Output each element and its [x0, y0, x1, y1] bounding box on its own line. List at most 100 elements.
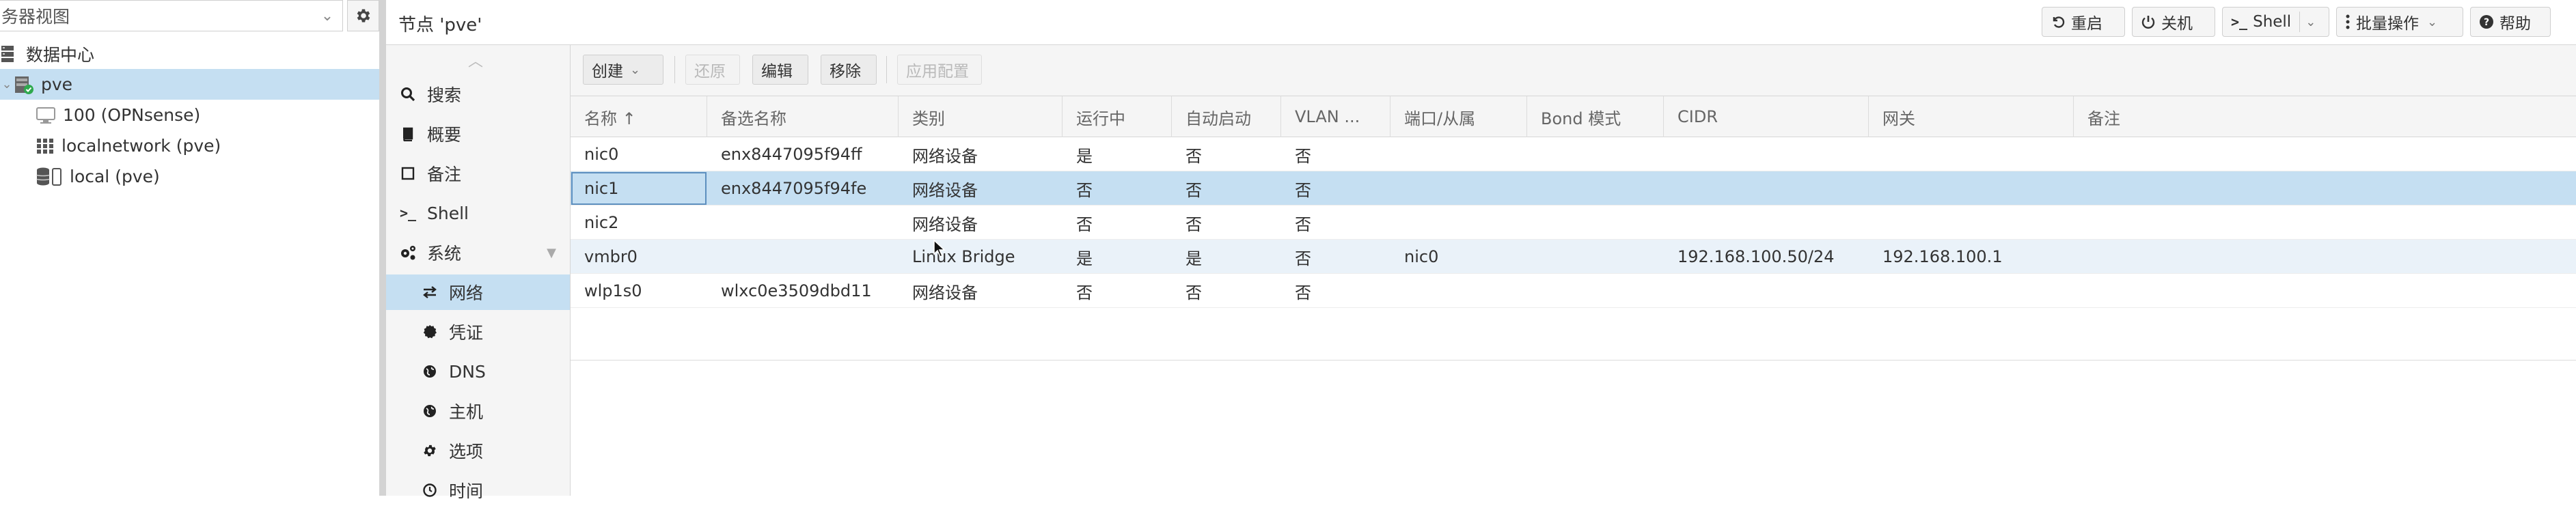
nav-item-shell[interactable]: >_ Shell [386, 195, 570, 231]
nav-item-label: 搜索 [427, 85, 462, 105]
cell-name: wlp1s0 [584, 281, 642, 300]
tree-item-datacenter[interactable]: 数据中心 [0, 38, 379, 69]
cell-altname: wlxc0e3509dbd11 [721, 281, 872, 300]
storage-db-icon [36, 167, 63, 187]
certificate-icon [420, 324, 439, 339]
remove-button[interactable]: 移除 [821, 55, 877, 85]
cogs-icon [398, 244, 417, 261]
resource-tree: 数据中心 ⌄ pve 100 (OPNsense) localnetwork (… [0, 38, 379, 192]
cell-type: 网络设备 [912, 146, 978, 166]
nav-item-notes[interactable]: 备注 [386, 156, 570, 191]
shell-label: Shell [2253, 13, 2292, 31]
column-header-cidr[interactable]: CIDR [1664, 96, 1869, 137]
tree-item-storage-local[interactable]: local (pve) [0, 161, 379, 192]
shutdown-button[interactable]: 关机 [2132, 7, 2215, 37]
nav-item-options[interactable]: 选项 [386, 433, 570, 468]
nav-item-search[interactable]: 搜索 [386, 76, 570, 112]
view-selector[interactable]: 务器视图 ⌄ [0, 0, 343, 31]
table-row[interactable]: nic0 enx8447095f94ff 网络设备 是 否 否 [571, 137, 2576, 171]
tree-item-vm-100[interactable]: 100 (OPNsense) [0, 100, 379, 130]
nav-item-system[interactable]: 系统 ▼ [386, 235, 570, 270]
bulk-actions-button[interactable]: 批量操作 ⌄ [2336, 7, 2463, 37]
network-panel: 创建 ⌄ 还原 编辑 移除 应用配置 名称 ↑ 备选名称 类别 运行中 自动启动… [571, 45, 2576, 496]
cell-autostart: 否 [1186, 146, 1202, 166]
column-header-vlan[interactable]: VLAN ... [1281, 96, 1390, 137]
tree-item-label: 100 (OPNsense) [63, 105, 201, 125]
ellipsis-vertical-icon [2345, 14, 2351, 29]
exchange-icon [420, 285, 439, 299]
panel-splitter[interactable] [379, 0, 386, 496]
cell-cidr [1664, 274, 1869, 308]
cell-gateway [1869, 206, 2074, 240]
cell-comment [2074, 274, 2576, 308]
nav-item-label: 时间 [449, 481, 484, 501]
nav-item-label: 概要 [427, 125, 462, 145]
cell-comment [2074, 206, 2576, 240]
cell-gateway [1869, 171, 2074, 206]
cell-name: vmbr0 [584, 247, 638, 266]
cell-bond-mode [1527, 206, 1664, 240]
chevron-down-icon[interactable]: ▼ [547, 246, 556, 260]
reboot-button[interactable]: 重启 [2042, 7, 2125, 37]
nav-item-network[interactable]: 网络 [386, 274, 570, 310]
nav-item-certificates[interactable]: 凭证 [386, 314, 570, 350]
chevron-down-icon[interactable]: ⌄ [0, 77, 14, 91]
nav-item-label: 网络 [449, 283, 484, 303]
apply-config-button[interactable]: 应用配置 [897, 55, 982, 85]
cell-comment [2074, 240, 2576, 274]
column-header-ports[interactable]: 端口/从属 [1390, 96, 1527, 137]
grid-header: 名称 ↑ 备选名称 类别 运行中 自动启动 VLAN ... 端口/从属 Bon… [571, 96, 2576, 137]
tree-item-node-pve[interactable]: ⌄ pve [0, 69, 379, 100]
table-row[interactable]: nic2 网络设备 否 否 否 [571, 206, 2576, 240]
create-label: 创建 [592, 63, 623, 81]
cell-autostart: 否 [1186, 180, 1202, 200]
cell-altname [707, 240, 899, 274]
chevron-down-icon[interactable]: ⌄ [312, 8, 342, 25]
table-row[interactable]: nic1 enx8447095f94fe 网络设备 否 否 否 [571, 171, 2576, 206]
reboot-label: 重启 [2071, 15, 2102, 33]
tree-item-sdn-localnetwork[interactable]: localnetwork (pve) [0, 130, 379, 161]
network-grid: 名称 ↑ 备选名称 类别 运行中 自动启动 VLAN ... 端口/从属 Bon… [571, 96, 2576, 361]
table-row[interactable]: wlp1s0 wlxc0e3509dbd11 网络设备 否 否 否 [571, 274, 2576, 308]
chevron-down-icon[interactable]: ⌄ [2305, 15, 2316, 29]
power-icon [2141, 14, 2156, 29]
resource-tree-panel: 务器视图 ⌄ 数据中心 ⌄ pve 100 (OPNsense) localne… [0, 0, 379, 496]
edit-button[interactable]: 编辑 [752, 55, 808, 85]
cell-name: nic2 [584, 213, 619, 232]
column-header-comment[interactable]: 备注 [2074, 96, 2576, 137]
revert-button[interactable]: 还原 [685, 55, 740, 85]
collapse-up-icon[interactable]: ︿ [468, 49, 483, 71]
cell-type: Linux Bridge [912, 247, 1015, 266]
cell-ports [1390, 171, 1527, 206]
chevron-down-icon[interactable]: ⌄ [2427, 15, 2437, 29]
shell-button[interactable]: >_ Shell ⌄ [2222, 7, 2329, 37]
column-header-name[interactable]: 名称 ↑ [571, 96, 707, 137]
search-icon [398, 87, 417, 102]
column-header-autostart[interactable]: 自动启动 [1172, 96, 1281, 137]
nav-item-label: Shell [427, 203, 469, 223]
grid-bottom-border [571, 360, 2576, 361]
tree-settings-button[interactable] [347, 0, 379, 31]
column-header-type[interactable]: 类别 [899, 96, 1063, 137]
column-header-gateway[interactable]: 网关 [1869, 96, 2074, 137]
sdn-grid-icon [36, 137, 55, 155]
cell-autostart: 是 [1186, 249, 1202, 268]
column-header-active[interactable]: 运行中 [1063, 96, 1172, 137]
column-header-altname[interactable]: 备选名称 [707, 96, 899, 137]
cell-ports [1390, 206, 1527, 240]
cell-autostart: 否 [1186, 214, 1202, 234]
cell-bond-mode [1527, 137, 1664, 171]
cell-active: 否 [1076, 180, 1093, 200]
help-button[interactable]: ? 帮助 [2470, 7, 2551, 37]
nav-item-summary[interactable]: 概要 [386, 116, 570, 152]
create-button[interactable]: 创建 ⌄ [583, 55, 663, 85]
column-header-bond-mode[interactable]: Bond 模式 [1527, 96, 1664, 137]
table-row[interactable]: vmbr0 Linux Bridge 是 是 否 nic0 192.168.10… [571, 240, 2576, 274]
nav-item-hosts[interactable]: 主机 [386, 393, 570, 429]
cell-bond-mode [1527, 171, 1664, 206]
nav-item-time[interactable]: 时间 [386, 472, 570, 508]
node-navigation: ︿ 搜索 概要 备注 >_ Shell 系统 ▼ 网络 凭证 DNS 主机 选项… [386, 45, 571, 501]
cell-type: 网络设备 [912, 180, 978, 200]
nav-item-dns[interactable]: DNS [386, 354, 570, 389]
cell-active: 否 [1076, 214, 1093, 234]
